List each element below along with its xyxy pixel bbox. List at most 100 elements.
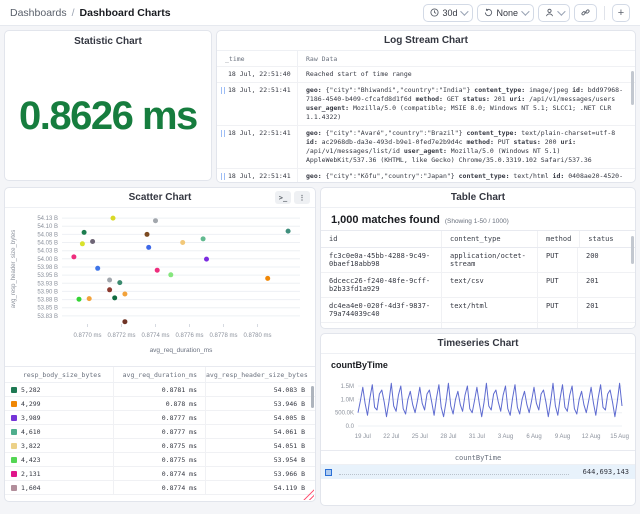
scatter-chart-title-row: Scatter Chart >_ ⋮ [5, 188, 315, 208]
share-link-button[interactable] [574, 3, 597, 22]
scatter-point [107, 287, 113, 293]
timeseries-summary-row[interactable]: 644,693,143 [321, 464, 635, 479]
refresh-interval-button[interactable]: None [477, 3, 534, 22]
series-swatch-icon [11, 484, 17, 491]
svg-text:9 Aug: 9 Aug [555, 434, 570, 440]
svg-text:15 Aug: 15 Aug [610, 434, 629, 440]
log-raw-data: geo: {"city":"Kōfu","country":"Japan"} c… [297, 169, 635, 182]
series-swatch-icon [11, 456, 17, 463]
scatter-chart-title: Scatter Chart [128, 192, 192, 203]
scatter-table-row[interactable]: 3,822 0.8775 ms 54.051 B [5, 439, 315, 453]
scatter-table-row[interactable]: 3,989 0.8777 ms 54.005 B [5, 411, 315, 425]
log-rows: 18 Jul, 22:51:40 Reached start of time r… [217, 66, 635, 182]
link-icon [581, 8, 590, 17]
scatter-point [153, 218, 158, 224]
user-icon [545, 8, 554, 17]
table-row[interactable]: dc4ea4e0-020f-4d3f-9837-79a744039c40 text… [321, 298, 635, 323]
timeseries-chart-panel: Timeseries Chart countByTime 1.5M 1.0M 500… [320, 333, 636, 506]
log-entry-icon [221, 173, 225, 180]
svg-text:53.98 B: 53.98 B [37, 265, 58, 271]
table-chart-panel: Table Chart 1,000 matches found (Showing… [320, 187, 636, 329]
svg-text:0.8774 ms: 0.8774 ms [141, 333, 169, 339]
log-stream-chart-panel: Log Stream Chart _time Raw Data 18 Jul, … [216, 30, 636, 183]
log-row[interactable]: 18 Jul, 22:51:41 geo: {"city":"Bhiwandi"… [217, 82, 635, 125]
scatter-point [76, 296, 82, 302]
log-stream-chart-title: Log Stream Chart [217, 31, 635, 51]
svg-text:12 Aug: 12 Aug [582, 434, 601, 440]
log-row[interactable]: 18 Jul, 22:51:40 Reached start of time r… [217, 66, 635, 82]
scatter-table-scrollbar-thumb[interactable] [311, 386, 314, 408]
log-raw-data: geo: {"city":"Bhiwandi","country":"India… [297, 83, 635, 125]
scatter-point [265, 275, 271, 281]
scatter-point [168, 272, 174, 278]
scatter-point [81, 229, 87, 235]
breadcrumb-dashboards[interactable]: Dashboards [10, 7, 67, 19]
top-bar: Dashboards / Dashboard Charts 30d None + [0, 0, 640, 26]
panel-menu-button[interactable]: ⋮ [294, 191, 310, 204]
scatter-point [180, 240, 186, 245]
col-method: method [537, 231, 579, 247]
user-menu-button[interactable] [538, 3, 570, 22]
scatter-chart-panel: Scatter Chart >_ ⋮ 54.13 B 54.10 B 54.08 B… [4, 187, 316, 502]
statistic-chart-panel: Statistic Chart 0.8626 ms [4, 30, 212, 181]
svg-text:53.88 B: 53.88 B [37, 298, 58, 304]
series-swatch-icon[interactable] [325, 468, 332, 476]
scatter-point [112, 295, 118, 301]
table-chart-header: id content_type method status [321, 230, 635, 248]
time-range-button[interactable]: 30d [423, 3, 474, 22]
scatter-point [110, 215, 116, 221]
log-row[interactable]: 18 Jul, 22:51:41 geo: {"city":"Avaré","c… [217, 125, 635, 168]
scatter-table-row[interactable]: 4,610 0.8777 ms 54.061 B [5, 425, 315, 439]
table-row[interactable]: fc3c0e0a-45bb-4288-9c49-0baef18abb98 appl… [321, 248, 635, 273]
log-table-header: _time Raw Data [217, 51, 635, 66]
log-scrollbar-thumb[interactable] [631, 71, 634, 105]
timeseries-plot: 1.5M 1.0M 500.0K 0.0 19 Jul 22 Jul 25 Jul 28 Ju… [321, 370, 635, 450]
toolbar-divider [604, 5, 605, 20]
scatter-table-row[interactable]: 1,604 0.8774 ms 54.119 B [5, 481, 315, 495]
scatter-point [90, 239, 96, 244]
col-id: id [329, 235, 338, 243]
svg-text:0.8772 ms: 0.8772 ms [107, 333, 135, 339]
scatter-point [154, 267, 160, 273]
svg-text:53.83 B: 53.83 B [37, 314, 58, 320]
svg-text:avg_req_duration_ms: avg_req_duration_ms [150, 347, 214, 354]
scatter-plot: 54.13 B 54.10 B 54.08 B 54.05 B 54.03 B 54.00… [5, 208, 315, 366]
log-time: 18 Jul, 22:51:41 [217, 126, 297, 168]
table-chart-scrollbar-thumb[interactable] [631, 236, 634, 264]
log-time: 18 Jul, 22:51:41 [217, 169, 297, 182]
breadcrumb: Dashboards / Dashboard Charts [10, 7, 171, 19]
scatter-table-row[interactable]: 5,282 0.8781 ms 54.083 B [5, 383, 315, 397]
chevron-down-icon [521, 6, 530, 16]
table-row[interactable]: 6dcecc26-f240-48fe-9cff-b2b33fd1a929 text… [321, 273, 635, 298]
scatter-point [122, 291, 128, 297]
breadcrumb-current: Dashboard Charts [79, 6, 171, 19]
scatter-point [79, 241, 85, 247]
svg-text:0.8776 ms: 0.8776 ms [175, 333, 203, 339]
svg-text:3 Aug: 3 Aug [498, 434, 513, 440]
table-row[interactable] [321, 323, 635, 328]
log-row[interactable]: 18 Jul, 22:51:41 geo: {"city":"Kōfu","co… [217, 168, 635, 182]
svg-text:0.8770 ms: 0.8770 ms [73, 333, 101, 339]
log-time: 18 Jul, 22:51:41 [217, 83, 297, 125]
scatter-table-row[interactable]: 4,299 0.878 ms 53.946 B [5, 397, 315, 411]
svg-text:54.03 B: 54.03 B [37, 249, 58, 255]
add-panel-button[interactable]: + [612, 3, 630, 22]
timeseries-chart-title: Timeseries Chart [321, 334, 635, 354]
scatter-point [107, 277, 113, 283]
svg-text:31 Jul: 31 Jul [469, 434, 485, 440]
timeseries-summary-value: 644,693,143 [582, 468, 629, 476]
scatter-point [200, 236, 206, 242]
scatter-table-row[interactable]: 4,423 0.8775 ms 53.954 B [5, 453, 315, 467]
svg-text:19 Jul: 19 Jul [355, 434, 371, 440]
table-chart-title: Table Chart [321, 188, 635, 208]
scatter-data-table: resp_body_size_bytes avg_req_duration_ms… [5, 366, 315, 495]
scatter-table-row[interactable]: 2,131 0.8774 ms 53.966 B [5, 467, 315, 481]
scatter-point [122, 319, 128, 325]
series-swatch-icon [11, 428, 17, 435]
time-range-label: 30d [442, 7, 458, 18]
inspect-console-button[interactable]: >_ [275, 191, 291, 204]
col-avg-req-duration: avg_req_duration_ms [113, 367, 205, 382]
scatter-point [204, 256, 209, 262]
chevron-down-icon [460, 6, 470, 16]
svg-text:53.90 B: 53.90 B [37, 289, 58, 295]
